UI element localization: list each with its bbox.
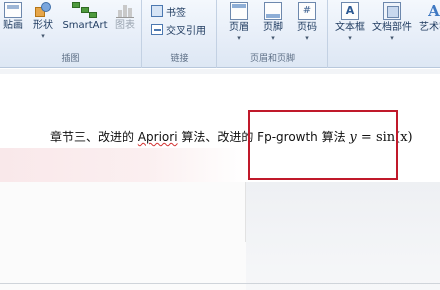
clip-art-label: 贴画	[3, 20, 23, 31]
smartart-icon	[72, 2, 98, 18]
selection-shade	[0, 148, 245, 182]
bookmark-icon	[151, 5, 163, 17]
bottom-divider	[0, 283, 440, 284]
text-apriori: Apriori	[137, 130, 178, 144]
page-lower-right	[246, 182, 440, 290]
shapes-label: 形状	[33, 20, 53, 31]
smartart-button[interactable]: SmartArt	[62, 2, 108, 46]
chevron-down-icon: ▾	[390, 34, 394, 42]
highlight-box	[248, 110, 398, 180]
header-button[interactable]: 页眉 ▾	[224, 2, 254, 46]
chevron-down-icon: ▾	[348, 34, 352, 42]
footer-label: 页脚	[263, 22, 283, 33]
bookmark-button[interactable]: 书签	[151, 4, 186, 19]
smartart-label: SmartArt	[62, 20, 108, 31]
links-group: 书签 交叉引用 链接	[143, 0, 217, 68]
text-chapter-prefix: 章节三、改进的	[50, 130, 138, 144]
text-middle: 算法、改进的	[177, 130, 258, 144]
header-label: 页眉	[229, 22, 249, 33]
page-number-icon	[298, 2, 316, 20]
text-box-icon	[341, 2, 359, 20]
page-number-button[interactable]: 页码 ▾	[292, 2, 322, 46]
page-lower-left	[0, 182, 246, 290]
illustrations-group: 贴画 形状 ▾ SmartArt 图表 插图	[0, 0, 142, 68]
shapes-button[interactable]: 形状 ▾	[30, 2, 56, 46]
quick-parts-button[interactable]: 文档部件 ▾	[370, 2, 414, 46]
wordart-icon	[425, 2, 440, 20]
quick-parts-label: 文档部件	[372, 22, 412, 33]
cross-reference-label: 交叉引用	[166, 25, 206, 37]
cross-reference-icon	[151, 23, 163, 35]
chart-icon	[116, 2, 134, 18]
footer-button[interactable]: 页脚 ▾	[258, 2, 288, 46]
header-icon	[230, 2, 248, 20]
wordart-button[interactable]: 艺术字	[417, 2, 440, 46]
shapes-icon	[34, 2, 52, 18]
chart-label: 图表	[115, 20, 135, 31]
page-number-label: 页码	[297, 22, 317, 33]
clip-art-button[interactable]: 贴画	[0, 2, 26, 46]
clip-art-icon	[4, 2, 22, 18]
chevron-down-icon: ▾	[237, 34, 241, 42]
header-footer-group-label: 页眉和页脚	[249, 54, 295, 64]
chevron-down-icon: ▾	[305, 34, 309, 42]
wordart-label: 艺术字	[419, 22, 440, 33]
text-group: 文本框 ▾ 文档部件 ▾ 艺术字	[329, 0, 440, 68]
quick-parts-icon	[383, 2, 401, 20]
footer-icon	[264, 2, 282, 20]
header-footer-group: 页眉 ▾ 页脚 ▾ 页码 ▾ 页眉和页脚	[218, 0, 328, 68]
chevron-down-icon: ▾	[41, 32, 45, 40]
chevron-down-icon: ▾	[271, 34, 275, 42]
bookmark-label: 书签	[166, 7, 186, 19]
illustrations-group-label: 插图	[61, 54, 80, 64]
text-box-button[interactable]: 文本框 ▾	[333, 2, 367, 46]
cross-reference-button[interactable]: 交叉引用	[151, 22, 206, 37]
ribbon: 贴画 形状 ▾ SmartArt 图表 插图 书签 交叉引用 链接 页眉 ▾ 页…	[0, 0, 440, 68]
chart-button[interactable]: 图表	[112, 2, 138, 46]
text-box-label: 文本框	[335, 22, 365, 33]
links-group-label: 链接	[170, 54, 189, 64]
